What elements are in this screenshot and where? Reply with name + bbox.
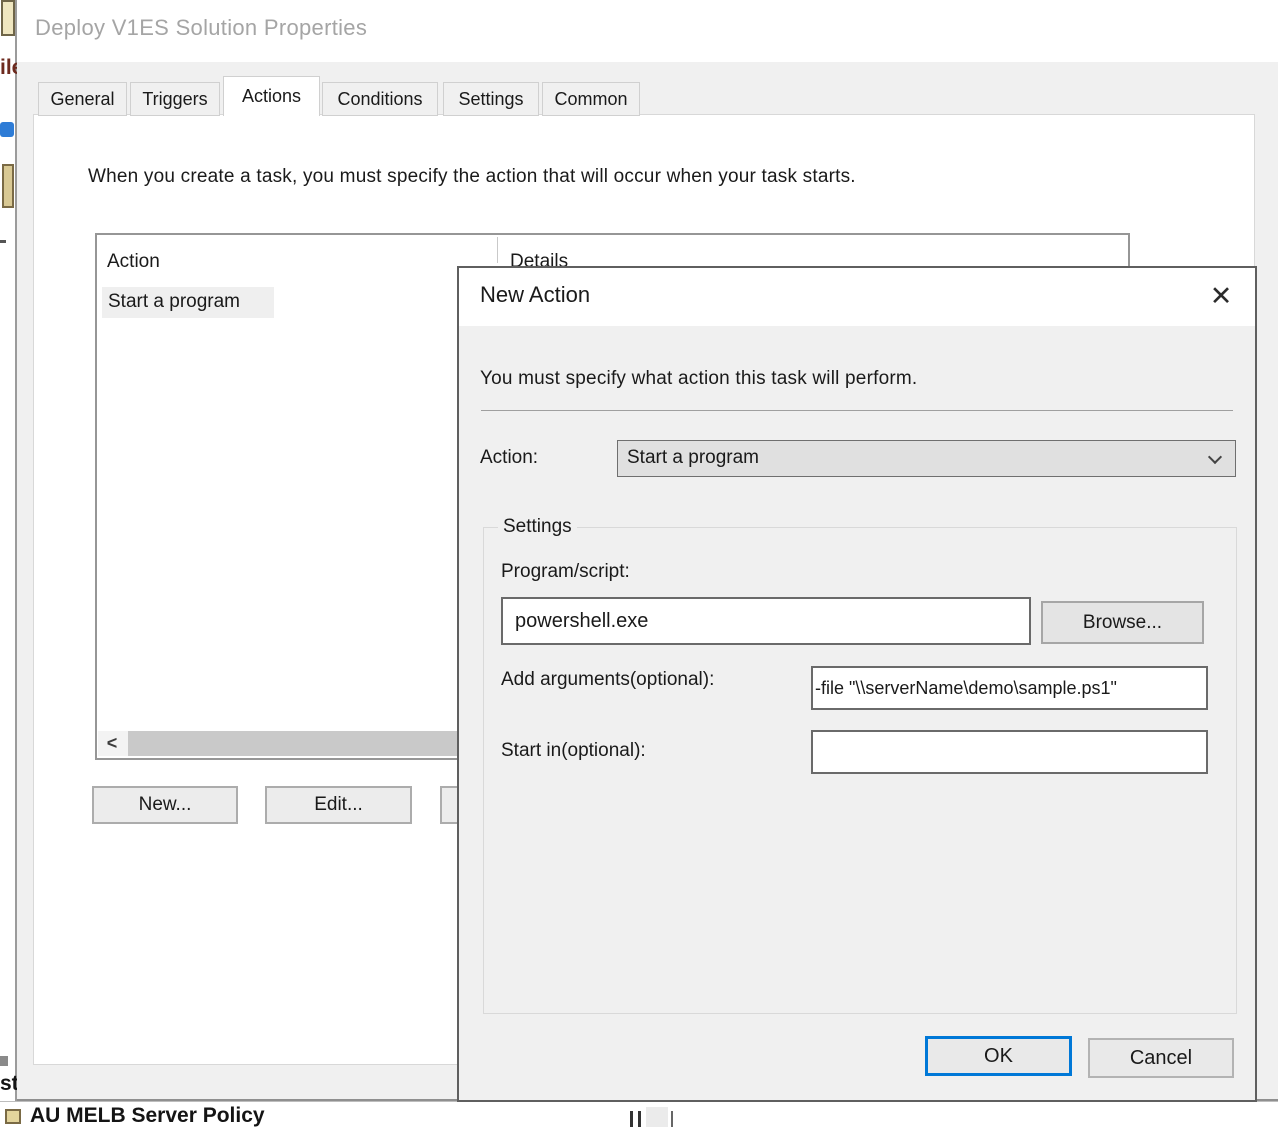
settings-groupbox-legend: Settings [498,516,577,538]
action-row-label: Start a program [108,291,240,313]
add-arguments-label: Add arguments(optional): [501,669,714,691]
start-in-input[interactable] [811,730,1208,774]
add-arguments-input[interactable]: -file "\\serverName\demo\sample.ps1" [811,666,1208,710]
dialog-message: You must specify what action this task w… [480,368,917,390]
tab-conditions-label: Conditions [337,89,422,110]
start-in-label: Start in(optional): [501,740,646,762]
tab-triggers[interactable]: Triggers [130,82,220,116]
task-scroll-icon [1,0,15,36]
browse-button[interactable]: Browse... [1041,601,1204,644]
dialog-title: New Action [480,282,590,308]
dialog-titlebar[interactable]: New Action ✕ [459,268,1255,326]
action-dropdown-value: Start a program [627,447,759,469]
ok-button-label: OK [984,1045,1013,1068]
ok-button[interactable]: OK [925,1036,1072,1076]
new-button-label: New... [139,794,192,816]
properties-window-title: Deploy V1ES Solution Properties [35,15,367,41]
program-script-value: powershell.exe [515,610,648,633]
action-list-row[interactable]: Start a program [102,287,274,318]
edit-button-label: Edit... [314,794,363,816]
program-script-input[interactable]: powershell.exe [501,597,1031,645]
action-column-header[interactable]: Action [107,251,160,273]
task-item-label: AU MELB Server Policy [30,1104,265,1128]
tab-actions-label: Actions [242,86,301,107]
divider-fragment [0,240,6,243]
divider-fragment [671,1111,673,1127]
column-divider[interactable] [497,237,498,263]
chevron-down-icon [1208,450,1222,464]
task-scroll-icon [2,164,14,208]
status-text-fragment: st [0,1072,19,1096]
browse-button-label: Browse... [1083,612,1162,634]
close-icon[interactable]: ✕ [1203,278,1239,314]
tab-common-label: Common [554,89,627,110]
action-dropdown-label: Action: [480,447,538,469]
cancel-button[interactable]: Cancel [1088,1038,1234,1078]
tab-general[interactable]: General [38,82,127,116]
scroll-left-arrow-icon[interactable]: < [98,731,126,756]
add-arguments-value: -file "\\serverName\demo\sample.ps1" [815,678,1117,699]
new-button[interactable]: New... [92,786,238,824]
background-task-row: AU MELB Server Policy [0,1101,1278,1126]
action-dropdown[interactable]: Start a program [617,440,1236,477]
blue-button-icon [0,122,14,137]
scrollbar-fragment [646,1107,668,1127]
properties-titlebar: Deploy V1ES Solution Properties [17,0,1278,62]
icon-fragment [0,1056,8,1066]
tab-settings[interactable]: Settings [443,82,539,116]
tab-triggers-label: Triggers [142,89,207,110]
background-left-strip: ile st [0,0,17,1101]
tab-general-label: General [50,89,114,110]
screenshot-canvas: ile st Deploy V1ES Solution Properties G… [0,0,1278,1126]
tab-actions[interactable]: Actions [223,76,320,116]
scrollbar-thumb[interactable] [128,731,461,756]
tab-conditions[interactable]: Conditions [322,82,438,116]
tab-settings-label: Settings [458,89,523,110]
separator-line [481,410,1233,411]
program-script-label: Program/script: [501,561,630,583]
new-action-dialog: New Action ✕ You must specify what actio… [457,266,1257,1102]
settings-groupbox: Settings Program/script: powershell.exe … [483,527,1237,1014]
cancel-button-label: Cancel [1130,1047,1192,1070]
actions-instruction-text: When you create a task, you must specify… [88,166,856,188]
edit-button[interactable]: Edit... [265,786,412,824]
divider-fragment [630,1111,633,1127]
task-item-icon [5,1109,21,1124]
divider-fragment [638,1111,641,1127]
tab-common[interactable]: Common [542,82,640,116]
